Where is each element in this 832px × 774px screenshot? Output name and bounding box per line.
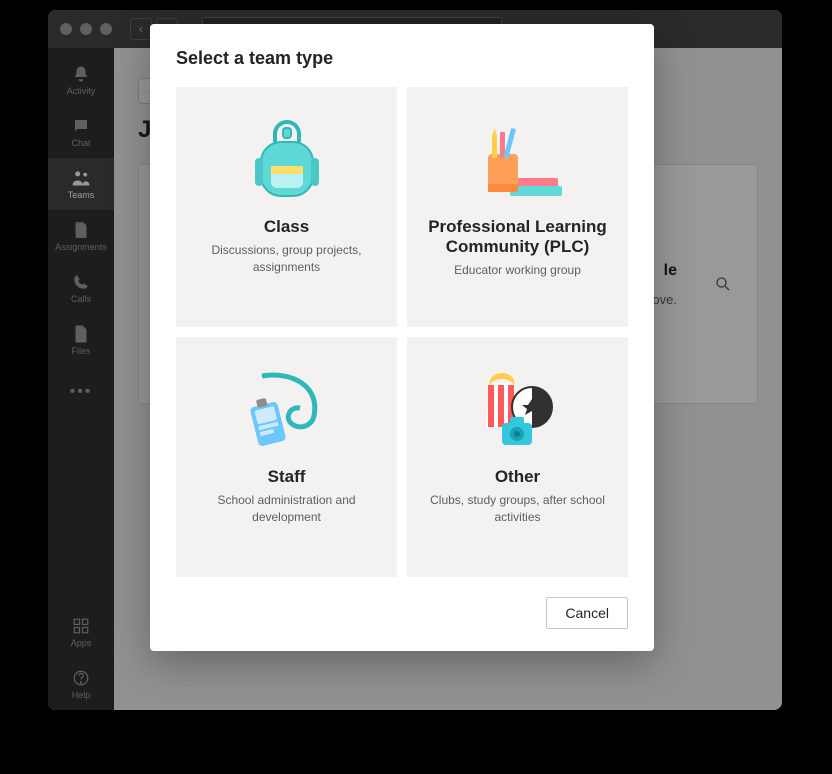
lanyard-badge-icon — [242, 361, 332, 461]
card-title: Professional Learning Community (PLC) — [423, 217, 612, 257]
stationery-icon — [470, 111, 566, 211]
card-title: Other — [495, 467, 540, 487]
card-title: Class — [264, 217, 309, 237]
cancel-button[interactable]: Cancel — [546, 597, 628, 629]
team-type-card-other[interactable]: Other Clubs, study groups, after school … — [407, 337, 628, 577]
team-type-card-class[interactable]: Class Discussions, group projects, assig… — [176, 87, 397, 327]
backpack-icon — [247, 111, 327, 211]
team-type-card-plc[interactable]: Professional Learning Community (PLC) Ed… — [407, 87, 628, 327]
activities-icon — [470, 361, 566, 461]
team-type-card-staff[interactable]: Staff School administration and developm… — [176, 337, 397, 577]
card-desc: Educator working group — [448, 262, 587, 279]
team-type-cards: Class Discussions, group projects, assig… — [176, 87, 628, 577]
select-team-type-modal: Select a team type Class Discussions, gr… — [150, 24, 654, 651]
card-title: Staff — [268, 467, 306, 487]
modal-title: Select a team type — [176, 48, 628, 69]
card-desc: Discussions, group projects, assignments — [192, 242, 381, 276]
card-desc: School administration and development — [192, 492, 381, 526]
card-desc: Clubs, study groups, after school activi… — [423, 492, 612, 526]
modal-footer: Cancel — [176, 597, 628, 629]
